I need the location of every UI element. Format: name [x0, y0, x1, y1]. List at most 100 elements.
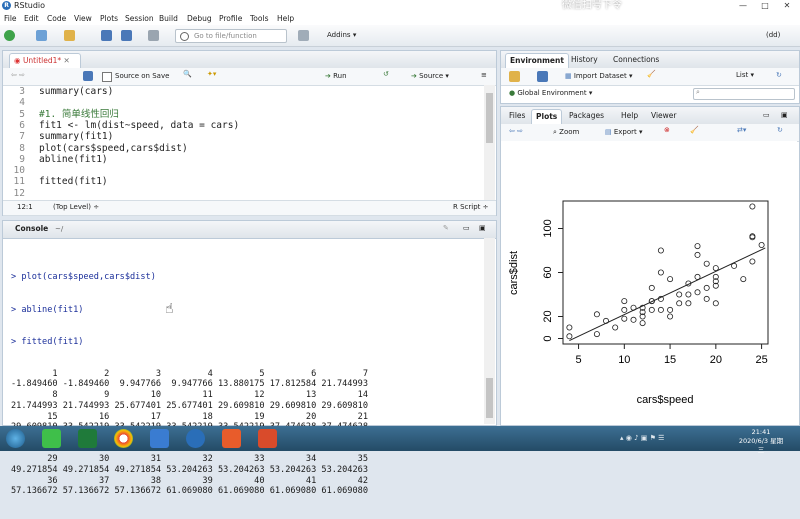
rstudio-logo-icon: R — [2, 1, 11, 10]
menu-code[interactable]: Code — [47, 12, 66, 25]
window-title: RStudio — [14, 1, 46, 10]
new-file-icon[interactable] — [4, 30, 15, 41]
excel-icon[interactable] — [78, 429, 97, 448]
file-type-indicator[interactable]: R Script ÷ — [453, 203, 488, 211]
code-line[interactable]: 8 plot(cars$speed,cars$dist) — [3, 142, 187, 154]
tab-environment[interactable]: Environment — [505, 53, 569, 68]
console-title[interactable]: Console — [15, 224, 48, 233]
publish-icon[interactable]: ⇄▾ — [737, 126, 746, 134]
menu-plots[interactable]: Plots — [100, 12, 118, 25]
menu-help[interactable]: Help — [277, 12, 294, 25]
console-maximize-icon[interactable]: ▣ — [479, 224, 486, 232]
list-view-toggle[interactable]: List ▾ — [736, 71, 754, 79]
code-line[interactable]: 3 summary(cars) — [3, 86, 113, 97]
tab-packages[interactable]: Packages — [565, 109, 608, 123]
grid-layout-icon[interactable] — [298, 30, 309, 41]
project-menu[interactable]: (dd) — [766, 30, 780, 41]
menu-tools[interactable]: Tools — [250, 12, 268, 25]
code-line[interactable]: 12 — [3, 188, 39, 199]
clock-date: 2020/6/3 星期三 — [738, 437, 784, 454]
editor-scroll-thumb[interactable] — [486, 93, 493, 143]
start-button-icon[interactable] — [6, 429, 25, 448]
menu-debug[interactable]: Debug — [187, 12, 212, 25]
wand-icon[interactable]: ✦▾ — [207, 70, 216, 78]
source-button[interactable]: ➔ Source ▾ — [411, 71, 449, 81]
editor-options-icon[interactable]: ≡ — [481, 71, 487, 79]
import-dataset-button[interactable]: ▦ Import Dataset ▾ — [565, 71, 632, 81]
clear-plots-icon[interactable]: 🧹 — [690, 126, 699, 134]
load-workspace-icon[interactable] — [509, 71, 520, 82]
remove-plot-icon[interactable]: ⊗ — [664, 126, 670, 134]
plots-minimize-icon[interactable]: ▭ — [763, 111, 770, 119]
rerun-icon[interactable]: ↺ — [383, 70, 389, 78]
console-pane: Console ~/ ✎ ▭ ▣ > plot(cars$speed,cars$… — [2, 220, 497, 496]
tab-files[interactable]: Files — [505, 109, 529, 123]
list-label: List — [736, 71, 749, 79]
menu-session[interactable]: Session — [125, 12, 154, 25]
close-button[interactable]: ✕ — [776, 0, 798, 12]
tab-close-icon[interactable]: ✕ — [64, 56, 70, 65]
new-project-icon[interactable] — [36, 30, 47, 41]
code-line[interactable]: 7 summary(fit1) — [3, 131, 113, 142]
env-search-input[interactable]: ⌕ — [693, 88, 795, 100]
console-minimize-icon[interactable]: ▭ — [463, 224, 470, 232]
tab-untitled1[interactable]: ◉ Untitled1* ✕ — [9, 53, 81, 68]
console-scroll-thumb[interactable] — [486, 378, 493, 418]
menu-edit[interactable]: Edit — [24, 12, 39, 25]
open-folder-icon[interactable] — [64, 30, 75, 41]
code-line[interactable]: 10 — [3, 165, 39, 176]
export-button[interactable]: ▤ Export ▾ — [605, 127, 643, 137]
powerpoint-icon[interactable] — [258, 429, 277, 448]
global-env-select[interactable]: ● Global Environment ▾ — [509, 88, 592, 98]
plots-maximize-icon[interactable]: ▣ — [781, 111, 788, 119]
goto-file-input[interactable]: Go to file/function — [175, 29, 287, 43]
save-icon[interactable] — [101, 30, 112, 41]
editor-scrollbar[interactable] — [484, 85, 495, 200]
search-code-icon[interactable]: 🔍 — [183, 70, 192, 78]
tab-history[interactable]: History — [567, 53, 602, 67]
code-line[interactable]: 5 #1. 简单线性回归 — [3, 109, 119, 120]
editor-save-icon[interactable] — [83, 71, 93, 81]
code-line[interactable]: 6 fit1 <- lm(dist~speed, data = cars) — [3, 120, 239, 131]
refresh-plot-icon[interactable]: ↻ — [777, 126, 783, 134]
tray-icons[interactable]: ▴ ◉ ♪ ▣ ⚑ ☰ — [620, 434, 664, 442]
refresh-env-icon[interactable]: ↻ — [776, 71, 782, 79]
nav-back-icon[interactable]: ⇦ ⇨ — [11, 71, 25, 79]
rstudio-taskbar-icon[interactable] — [186, 429, 205, 448]
menu-profile[interactable]: Profile — [219, 12, 242, 25]
chrome-icon[interactable] — [114, 429, 133, 448]
tab-connections[interactable]: Connections — [609, 53, 663, 67]
menu-file[interactable]: File — [4, 12, 17, 25]
save-workspace-icon[interactable] — [537, 71, 548, 82]
addins-menu[interactable]: Addins ▾ — [327, 30, 356, 41]
console-output[interactable]: > plot(cars$speed,cars$dist) > abline(fi… — [11, 251, 368, 519]
menu-view[interactable]: View — [74, 12, 92, 25]
source-on-save-checkbox[interactable] — [102, 72, 112, 82]
save-all-icon[interactable] — [121, 30, 132, 41]
tab-help[interactable]: Help — [617, 109, 642, 123]
env-search-icon: ⌕ — [696, 88, 700, 96]
goto-arrow-icon — [180, 32, 189, 41]
clear-console-icon[interactable]: ✎ — [443, 224, 449, 232]
camtasia-icon[interactable] — [222, 429, 241, 448]
scope-indicator[interactable]: (Top Level) ÷ — [53, 203, 99, 211]
code-line[interactable]: 9 abline(fit1) — [3, 154, 107, 165]
editor-toolbar: ⇦ ⇨ Source on Save 🔍 ✦▾ ➔ Run ↺ ➔ Source… — [3, 68, 496, 86]
line-number: 8 — [19, 142, 25, 154]
plot-back-icon[interactable]: ⇦ ⇨ — [509, 127, 523, 135]
code-area[interactable]: 3 summary(cars) 4 5 #1. 简单线性回归 6 fit1 <- lm(di… — [3, 85, 483, 200]
console-scrollbar[interactable] — [484, 238, 495, 424]
print-icon[interactable] — [148, 30, 159, 41]
minimize-button[interactable]: — — [732, 0, 754, 12]
maximize-button[interactable]: □ — [754, 0, 776, 12]
feishu-icon[interactable] — [150, 429, 169, 448]
menu-build[interactable]: Build — [159, 12, 178, 25]
wechat-icon[interactable] — [42, 429, 61, 448]
tab-plots[interactable]: Plots — [531, 109, 563, 124]
code-line[interactable]: 4 — [3, 97, 39, 108]
broom-icon[interactable]: 🧹 — [647, 70, 656, 78]
code-line[interactable]: 11 fitted(fit1) — [3, 176, 108, 187]
tab-viewer[interactable]: Viewer — [647, 109, 681, 123]
zoom-button[interactable]: ⌕ Zoom — [553, 127, 579, 137]
run-button[interactable]: ➔ Run — [325, 71, 347, 81]
